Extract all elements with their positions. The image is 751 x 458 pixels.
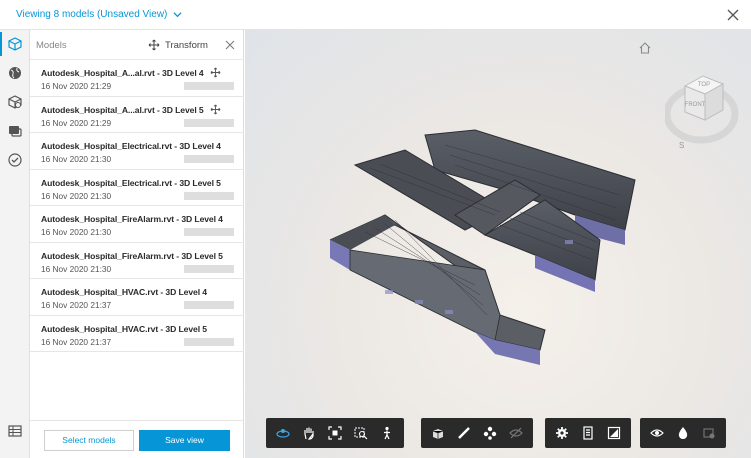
- gear-icon: [556, 427, 568, 439]
- save-view-button[interactable]: Save view: [139, 430, 230, 451]
- panel-header: Models Transform: [30, 30, 244, 60]
- left-icon-rail: [0, 30, 30, 458]
- fullscreen-icon: [607, 426, 621, 440]
- redacted-bar: [184, 155, 234, 163]
- view-selector[interactable]: Viewing 8 models (Unsaved View): [16, 9, 182, 20]
- model-date: 16 Nov 2020 21:30: [41, 190, 112, 201]
- redacted-bar: [184, 82, 234, 90]
- move-icon[interactable]: [210, 104, 221, 115]
- panel-footer: Select models Save view: [30, 420, 244, 458]
- model-name: Autodesk_Hospital_FireAlarm.rvt - 3D Lev…: [41, 250, 223, 261]
- model-date: 16 Nov 2020 21:30: [41, 263, 112, 274]
- settings-button[interactable]: [549, 421, 575, 445]
- orbit-button[interactable]: [270, 421, 296, 445]
- active-indicator: [0, 32, 2, 56]
- model-item[interactable]: Autodesk_Hospital_A...al.rvt - 3D Level …: [30, 60, 244, 97]
- view-title-text: Viewing 8 models (Unsaved View): [16, 9, 168, 20]
- select-models-button[interactable]: Select models: [44, 430, 134, 451]
- person-icon: [384, 426, 390, 440]
- models-panel: Models Transform Autodesk_Hospital_A...a…: [30, 30, 244, 458]
- models-label: Models: [36, 40, 67, 51]
- layers-settings-button[interactable]: [696, 421, 722, 445]
- drop-icon: [678, 427, 688, 439]
- model-date: 16 Nov 2020 21:29: [41, 81, 112, 91]
- redacted-bar: [184, 191, 234, 200]
- model-name: Autodesk_Hospital_A...al.rvt - 3D Level …: [41, 104, 204, 115]
- model-date: 16 Nov 2020 21:29: [41, 117, 112, 128]
- building-model[interactable]: [325, 120, 645, 370]
- section-cube-icon: [432, 429, 444, 439]
- transform-label: Transform: [165, 39, 208, 51]
- pan-button[interactable]: [296, 421, 322, 445]
- redacted-bar: [184, 228, 234, 236]
- model-name: Autodesk_Hospital_A...al.rvt - 3D Level …: [41, 68, 204, 78]
- model-date: 16 Nov 2020 21:30: [41, 154, 112, 164]
- compass-label: S: [679, 141, 684, 148]
- model-list: Autodesk_Hospital_A...al.rvt - 3D Level …: [30, 60, 244, 352]
- model-date: 16 Nov 2020 21:30: [41, 227, 112, 237]
- ruler-icon: [458, 427, 470, 439]
- settings-toolbar: [545, 418, 631, 448]
- model-name: Autodesk_Hospital_HVAC.rvt - 3D Level 4: [41, 287, 207, 297]
- transform-button[interactable]: Transform: [148, 39, 208, 51]
- visibility-toolbar: [640, 418, 726, 448]
- navigation-toolbar: [266, 418, 404, 448]
- redacted-bar: [184, 337, 234, 346]
- 3d-viewport[interactable]: TOP FRONT S: [245, 30, 751, 458]
- layers-icon[interactable]: [7, 94, 23, 110]
- measure-button[interactable]: [451, 421, 477, 445]
- fit-icon: [328, 426, 342, 440]
- model-item[interactable]: Autodesk_Hospital_FireAlarm.rvt - 3D Lev…: [30, 206, 244, 243]
- home-icon[interactable]: [638, 41, 652, 55]
- cube-icon[interactable]: [7, 36, 23, 52]
- model-item[interactable]: Autodesk_Hospital_HVAC.rvt - 3D Level 5 …: [30, 316, 244, 352]
- model-name: Autodesk_Hospital_FireAlarm.rvt - 3D Lev…: [41, 214, 223, 224]
- model-item[interactable]: Autodesk_Hospital_A...al.rvt - 3D Level …: [30, 97, 244, 133]
- hand-icon: [304, 427, 314, 440]
- section-button[interactable]: [425, 421, 451, 445]
- top-bar: Viewing 8 models (Unsaved View): [0, 0, 751, 30]
- eye-slash-icon: [509, 427, 523, 439]
- viewcube-front-label: FRONT: [685, 102, 706, 108]
- close-icon[interactable]: [725, 7, 741, 23]
- model-name: Autodesk_Hospital_Electrical.rvt - 3D Le…: [41, 177, 221, 188]
- first-person-button[interactable]: [374, 421, 400, 445]
- model-tools-toolbar: [421, 418, 533, 448]
- move-icon: [148, 39, 160, 51]
- model-date: 16 Nov 2020 21:37: [41, 300, 112, 310]
- globe-icon[interactable]: [7, 65, 23, 81]
- redacted-bar: [184, 264, 234, 273]
- close-panel-icon[interactable]: [225, 40, 235, 50]
- model-browser-icon: [583, 426, 593, 440]
- isolate-button[interactable]: [670, 421, 696, 445]
- model-date: 16 Nov 2020 21:37: [41, 336, 112, 347]
- comments-icon[interactable]: [7, 123, 23, 139]
- eye-icon: [650, 429, 664, 437]
- fit-view-button[interactable]: [322, 421, 348, 445]
- model-name: Autodesk_Hospital_Electrical.rvt - 3D Le…: [41, 141, 221, 151]
- orbit-icon: [276, 429, 290, 438]
- visibility-button[interactable]: [644, 421, 670, 445]
- check-circle-icon[interactable]: [7, 152, 23, 168]
- model-name: Autodesk_Hospital_HVAC.rvt - 3D Level 5: [41, 323, 207, 334]
- zoom-window-icon: [354, 427, 368, 440]
- viewcube-top-label: TOP: [698, 82, 710, 88]
- viewcube[interactable]: TOP FRONT S: [665, 58, 745, 148]
- redacted-bar: [184, 118, 234, 127]
- model-item[interactable]: Autodesk_Hospital_Electrical.rvt - 3D Le…: [30, 170, 244, 206]
- table-icon[interactable]: [7, 423, 23, 439]
- chevron-down-icon: [173, 12, 182, 18]
- move-icon[interactable]: [210, 67, 221, 78]
- model-browser-button[interactable]: [575, 421, 601, 445]
- redacted-bar: [184, 301, 234, 309]
- model-item[interactable]: Autodesk_Hospital_FireAlarm.rvt - 3D Lev…: [30, 243, 244, 279]
- zoom-window-button[interactable]: [348, 421, 374, 445]
- model-item[interactable]: Autodesk_Hospital_HVAC.rvt - 3D Level 4 …: [30, 279, 244, 316]
- ghosting-button[interactable]: [503, 421, 529, 445]
- explode-button[interactable]: [477, 421, 503, 445]
- explode-icon: [483, 426, 497, 440]
- model-item[interactable]: Autodesk_Hospital_Electrical.rvt - 3D Le…: [30, 133, 244, 170]
- fullscreen-button[interactable]: [601, 421, 627, 445]
- layers-gear-icon: [703, 428, 715, 439]
